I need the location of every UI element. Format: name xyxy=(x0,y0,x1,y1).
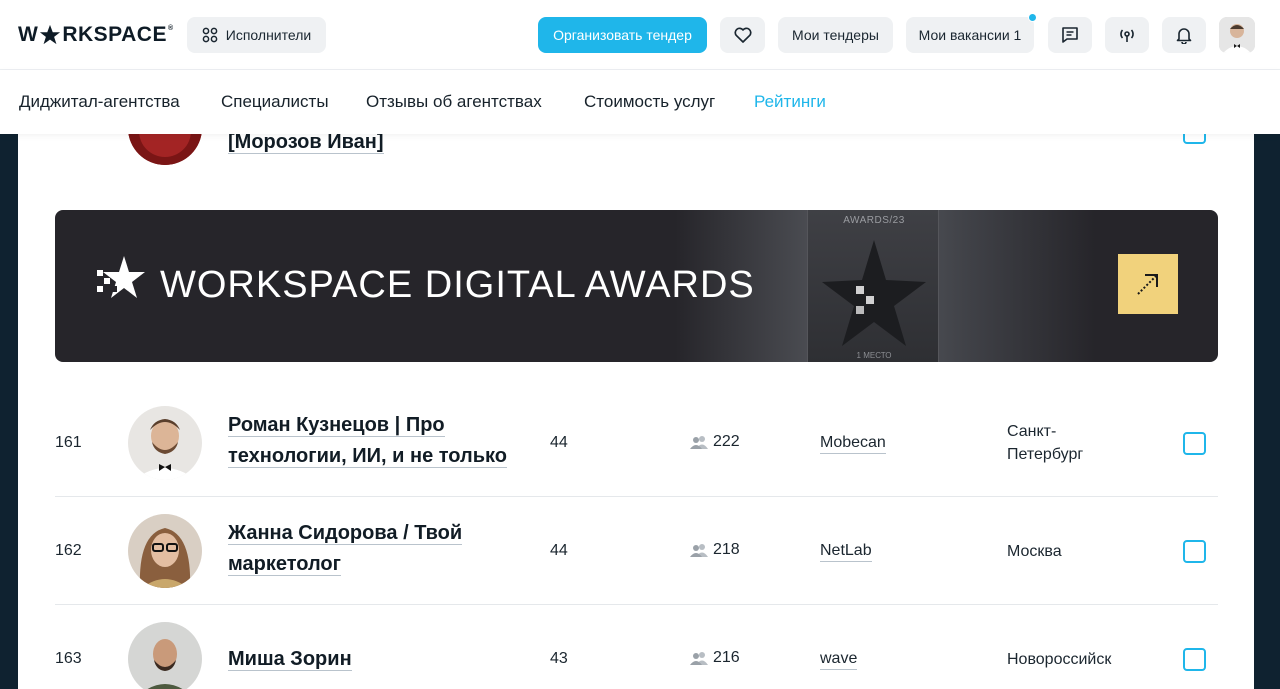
nav-ratings[interactable]: Рейтинги xyxy=(754,92,826,112)
specialist-avatar[interactable] xyxy=(128,134,202,165)
nav-service-prices[interactable]: Стоимость услуг xyxy=(584,92,715,112)
row-divider xyxy=(55,496,1218,497)
notification-dot xyxy=(1028,13,1037,22)
user-avatar[interactable] xyxy=(1219,17,1255,53)
banner-open-button[interactable] xyxy=(1118,254,1178,314)
subscribers-count: 216 xyxy=(713,649,740,666)
specialist-name-line2: маркетолог xyxy=(228,553,341,576)
city-line1: Новороссийск xyxy=(1007,651,1112,668)
organize-tender-button[interactable]: Организовать тендер xyxy=(538,17,707,53)
trophy-bottom-text: 1 МЕСТО xyxy=(856,351,892,360)
rating-value: 43 xyxy=(550,650,568,667)
subscribers: 216 xyxy=(690,649,740,667)
heart-icon xyxy=(733,27,752,43)
specialist-name-line1: Жанна Сидорова / Твой xyxy=(228,522,463,545)
specialist-avatar[interactable] xyxy=(128,622,202,689)
nav-agency-reviews[interactable]: Отзывы об агентствах xyxy=(366,92,542,112)
top-header: W RKSPACE ® Исполнители Организовать тенд… xyxy=(0,0,1280,70)
user-avatar-image xyxy=(1219,17,1255,53)
nav-specialists[interactable]: Специалисты xyxy=(221,92,329,112)
users-icon xyxy=(690,544,708,557)
logo-w: W xyxy=(18,23,39,46)
star-logo-icon xyxy=(40,24,61,45)
my-tenders-button[interactable]: Мои тендеры xyxy=(778,17,893,53)
select-checkbox[interactable] xyxy=(1183,134,1206,144)
notifications-button[interactable] xyxy=(1162,17,1206,53)
users-icon xyxy=(690,436,708,449)
city: Санкт- Петербург xyxy=(1007,420,1083,466)
avatar-image xyxy=(128,622,202,689)
table-row: 163 Миша Зорин 43 216 wave Новороссийск xyxy=(55,608,1218,689)
trophy-image: AWARDS/23 1 МЕСТО xyxy=(807,210,939,362)
my-tenders-label: Мои тендеры xyxy=(792,27,879,43)
users-icon xyxy=(690,652,708,665)
category-nav: Диджитал-агентства Специалисты Отзывы об… xyxy=(0,70,1280,134)
company-link[interactable]: wave xyxy=(820,650,858,670)
favorites-button[interactable] xyxy=(720,17,765,53)
executors-button[interactable]: Исполнители xyxy=(187,17,326,53)
logo-registered: ® xyxy=(167,24,174,32)
rank-number: 163 xyxy=(55,650,82,667)
arrow-up-right-icon xyxy=(1137,274,1158,295)
ratings-list: [Морозов Иван] AWARDS/23 1 МЕСТО WORKSPA… xyxy=(18,134,1254,689)
bell-icon xyxy=(1176,28,1192,44)
awards-star-icon xyxy=(97,256,145,298)
specialist-name[interactable]: Жанна Сидорова / Твой маркетолог xyxy=(228,518,463,580)
specialist-name[interactable]: [Морозов Иван] xyxy=(228,134,384,158)
rating-value: 44 xyxy=(550,542,568,559)
my-vacancies-button[interactable]: Мои вакансии 1 xyxy=(906,13,1037,53)
avatar-image xyxy=(128,406,202,480)
executors-label: Исполнители xyxy=(225,27,312,43)
subscribers-count: 218 xyxy=(713,541,740,558)
banner-title: WORKSPACE DIGITAL AWARDS xyxy=(160,264,755,306)
avatar-image xyxy=(128,134,202,165)
podcast-button[interactable] xyxy=(1105,17,1149,53)
workspace-logo[interactable]: W RKSPACE ® xyxy=(18,22,174,48)
podcast-icon xyxy=(1120,29,1134,42)
subscribers: 222 xyxy=(690,433,740,451)
specialist-name[interactable]: Роман Кузнецов | Про технологии, ИИ, и н… xyxy=(228,410,507,472)
organize-tender-label: Организовать тендер xyxy=(553,27,692,43)
specialist-name-line1: Миша Зорин xyxy=(228,648,352,671)
city: Новороссийск xyxy=(1007,648,1111,671)
rating-value: 44 xyxy=(550,434,568,451)
city-line1: Москва xyxy=(1007,543,1062,560)
my-vacancies-label: Мои вакансии 1 xyxy=(918,27,1022,43)
grid-icon xyxy=(202,27,218,43)
table-row: 161 Роман Кузнецов | Про технологии, ИИ,… xyxy=(55,392,1218,500)
select-checkbox[interactable] xyxy=(1183,432,1206,455)
rank-number: 161 xyxy=(55,434,82,451)
messages-button[interactable] xyxy=(1048,17,1092,53)
logo-rest: RKSPACE xyxy=(62,23,167,46)
specialist-name[interactable]: Миша Зорин xyxy=(228,644,352,675)
rank-number: 162 xyxy=(55,542,82,559)
specialist-name-line1: Роман Кузнецов | Про xyxy=(228,414,445,437)
trophy-star-icon xyxy=(822,240,926,346)
specialist-name-line2: технологии, ИИ, и не только xyxy=(228,445,507,468)
awards-banner[interactable]: AWARDS/23 1 МЕСТО WORKSPACE DIGITAL AWAR… xyxy=(55,210,1218,362)
city: Москва xyxy=(1007,540,1062,563)
select-checkbox[interactable] xyxy=(1183,648,1206,671)
chat-icon xyxy=(1062,27,1078,43)
table-row: [Морозов Иван] xyxy=(55,134,1218,174)
specialist-avatar[interactable] xyxy=(128,406,202,480)
avatar-image xyxy=(128,514,202,588)
city-line1: Санкт- xyxy=(1007,423,1057,440)
table-row: 162 Жанна Сидорова / Твой маркетолог 44 … xyxy=(55,500,1218,608)
select-checkbox[interactable] xyxy=(1183,540,1206,563)
company-link[interactable]: NetLab xyxy=(820,542,872,562)
row-divider xyxy=(55,604,1218,605)
city-line2: Петербург xyxy=(1007,446,1084,463)
company-link[interactable]: Mobecan xyxy=(820,434,886,454)
subscribers-count: 222 xyxy=(713,433,740,450)
specialist-avatar[interactable] xyxy=(128,514,202,588)
subscribers: 218 xyxy=(690,541,740,559)
specialist-name-text: [Морозов Иван] xyxy=(228,134,384,154)
nav-digital-agencies[interactable]: Диджитал-агентства xyxy=(19,92,180,112)
